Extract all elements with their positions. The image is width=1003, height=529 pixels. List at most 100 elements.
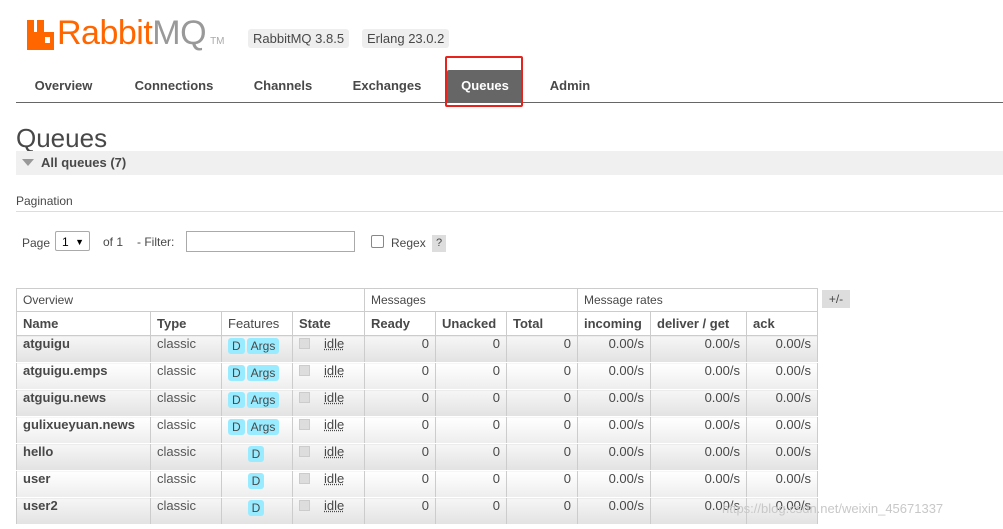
all-queues-section-toggle[interactable]: All queues (7) <box>16 151 1003 175</box>
queue-state: idle <box>292 335 365 363</box>
column-header-features: Features <box>221 311 293 336</box>
queue-type: classic <box>150 335 222 363</box>
page-title: Queues <box>16 123 108 153</box>
messages-unacked: 0 <box>435 416 507 444</box>
messages-total: 0 <box>506 362 578 390</box>
regex-label: Regex <box>391 236 426 250</box>
column-header-type[interactable]: Type <box>150 311 222 336</box>
column-header-name[interactable]: Name <box>16 311 151 336</box>
queue-name-link[interactable]: atguigu <box>16 335 151 363</box>
tab-admin[interactable]: Admin <box>536 70 604 102</box>
feature-badge-durable: D <box>228 338 245 354</box>
watermark: https://blog.csdn.net/weixin_45671337 <box>722 501 944 516</box>
queue-name-link[interactable]: user <box>16 470 151 498</box>
rate-incoming: 0.00/s <box>577 416 651 444</box>
state-indicator-icon <box>299 338 310 349</box>
queue-features: D Args <box>221 416 293 444</box>
column-header-ready[interactable]: Ready <box>364 311 436 336</box>
group-header-message-rates: Message rates <box>577 288 818 312</box>
rate-deliver-get: 0.00/s <box>650 443 747 471</box>
queue-features: D <box>221 443 293 471</box>
state-indicator-icon <box>299 500 310 511</box>
filter-input[interactable] <box>186 231 355 252</box>
tab-channels[interactable]: Channels <box>240 70 326 102</box>
messages-total: 0 <box>506 497 578 525</box>
column-header-incoming[interactable]: incoming <box>577 311 651 336</box>
regex-help-button[interactable]: ? <box>432 235 446 252</box>
queue-state: idle <box>292 416 365 444</box>
messages-unacked: 0 <box>435 470 507 498</box>
queue-state: idle <box>292 389 365 417</box>
column-header-unacked[interactable]: Unacked <box>435 311 507 336</box>
feature-badge-durable: D <box>247 446 265 462</box>
feature-badge-durable: D <box>228 392 245 408</box>
column-header-state[interactable]: State <box>292 311 365 336</box>
messages-total: 0 <box>506 470 578 498</box>
pagination-label: Pagination <box>16 194 73 208</box>
rate-incoming: 0.00/s <box>577 389 651 417</box>
regex-checkbox[interactable] <box>371 235 384 248</box>
rate-incoming: 0.00/s <box>577 335 651 363</box>
table-row[interactable]: hello classic D idle 0 0 0 0.00/s 0.00/s… <box>16 443 818 471</box>
queue-name-link[interactable]: gulixueyuan.news <box>16 416 151 444</box>
feature-badge-args: Args <box>246 365 280 381</box>
rate-deliver-get: 0.00/s <box>650 416 747 444</box>
dropdown-arrow-icon: ▼ <box>75 237 84 247</box>
messages-total: 0 <box>506 335 578 363</box>
pagination-divider <box>16 211 1003 212</box>
rate-ack: 0.00/s <box>746 470 818 498</box>
toggle-columns-button[interactable]: +/- <box>822 290 850 308</box>
queue-name-link[interactable]: hello <box>16 443 151 471</box>
feature-badge-durable: D <box>247 473 265 489</box>
rate-ack: 0.00/s <box>746 443 818 471</box>
queue-type: classic <box>150 362 222 390</box>
queue-state: idle <box>292 497 365 525</box>
feature-badge-durable: D <box>228 419 245 435</box>
state-indicator-icon <box>299 419 310 430</box>
queue-name-link[interactable]: atguigu.news <box>16 389 151 417</box>
table-row[interactable]: user2 classic D idle 0 0 0 0.00/s 0.00/s… <box>16 497 818 525</box>
messages-total: 0 <box>506 416 578 444</box>
rabbitmq-version-badge: RabbitMQ 3.8.5 <box>248 29 350 48</box>
messages-total: 0 <box>506 389 578 417</box>
queue-state: idle <box>292 443 365 471</box>
feature-badge-args: Args <box>246 338 280 354</box>
messages-ready: 0 <box>364 389 436 417</box>
tab-overview[interactable]: Overview <box>16 70 111 102</box>
queue-name-link[interactable]: atguigu.emps <box>16 362 151 390</box>
table-row[interactable]: user classic D idle 0 0 0 0.00/s 0.00/s … <box>16 470 818 498</box>
tab-connections[interactable]: Connections <box>121 70 227 102</box>
erlang-version-badge: Erlang 23.0.2 <box>362 29 450 48</box>
rate-ack: 0.00/s <box>746 416 818 444</box>
queue-name-link[interactable]: user2 <box>16 497 151 525</box>
queue-features: D Args <box>221 362 293 390</box>
table-row[interactable]: gulixueyuan.news classic D Args idle 0 0 … <box>16 416 818 444</box>
queues-tab-highlight <box>445 56 523 107</box>
table-row[interactable]: atguigu.emps classic D Args idle 0 0 0 0.… <box>16 362 818 390</box>
messages-ready: 0 <box>364 416 436 444</box>
column-header-deliver-get[interactable]: deliver / get <box>650 311 747 336</box>
state-label: idle <box>324 471 345 486</box>
messages-ready: 0 <box>364 470 436 498</box>
page-count-label: of 1 <box>103 235 124 249</box>
state-indicator-icon <box>299 392 310 403</box>
column-header-total[interactable]: Total <box>506 311 578 336</box>
messages-unacked: 0 <box>435 335 507 363</box>
queue-state: idle <box>292 362 365 390</box>
tab-exchanges[interactable]: Exchanges <box>340 70 434 102</box>
page-select-value: 1 <box>62 235 69 249</box>
state-label: idle <box>324 444 345 459</box>
page-select[interactable]: 1 ▼ <box>55 231 90 251</box>
rabbitmq-logo[interactable]: RabbitMQ TM <box>27 10 225 50</box>
rate-deliver-get: 0.00/s <box>650 470 747 498</box>
table-row[interactable]: atguigu.news classic D Args idle 0 0 0 0.… <box>16 389 818 417</box>
logo-trademark: TM <box>210 36 225 47</box>
group-header-overview: Overview <box>16 288 365 312</box>
column-header-ack[interactable]: ack <box>746 311 818 336</box>
rate-incoming: 0.00/s <box>577 497 651 525</box>
rate-ack: 0.00/s <box>746 362 818 390</box>
queues-table: Overview Messages Message rates Name Typ… <box>16 288 818 525</box>
rate-incoming: 0.00/s <box>577 362 651 390</box>
messages-unacked: 0 <box>435 443 507 471</box>
table-row[interactable]: atguigu classic D Args idle 0 0 0 0.00/s … <box>16 335 818 363</box>
